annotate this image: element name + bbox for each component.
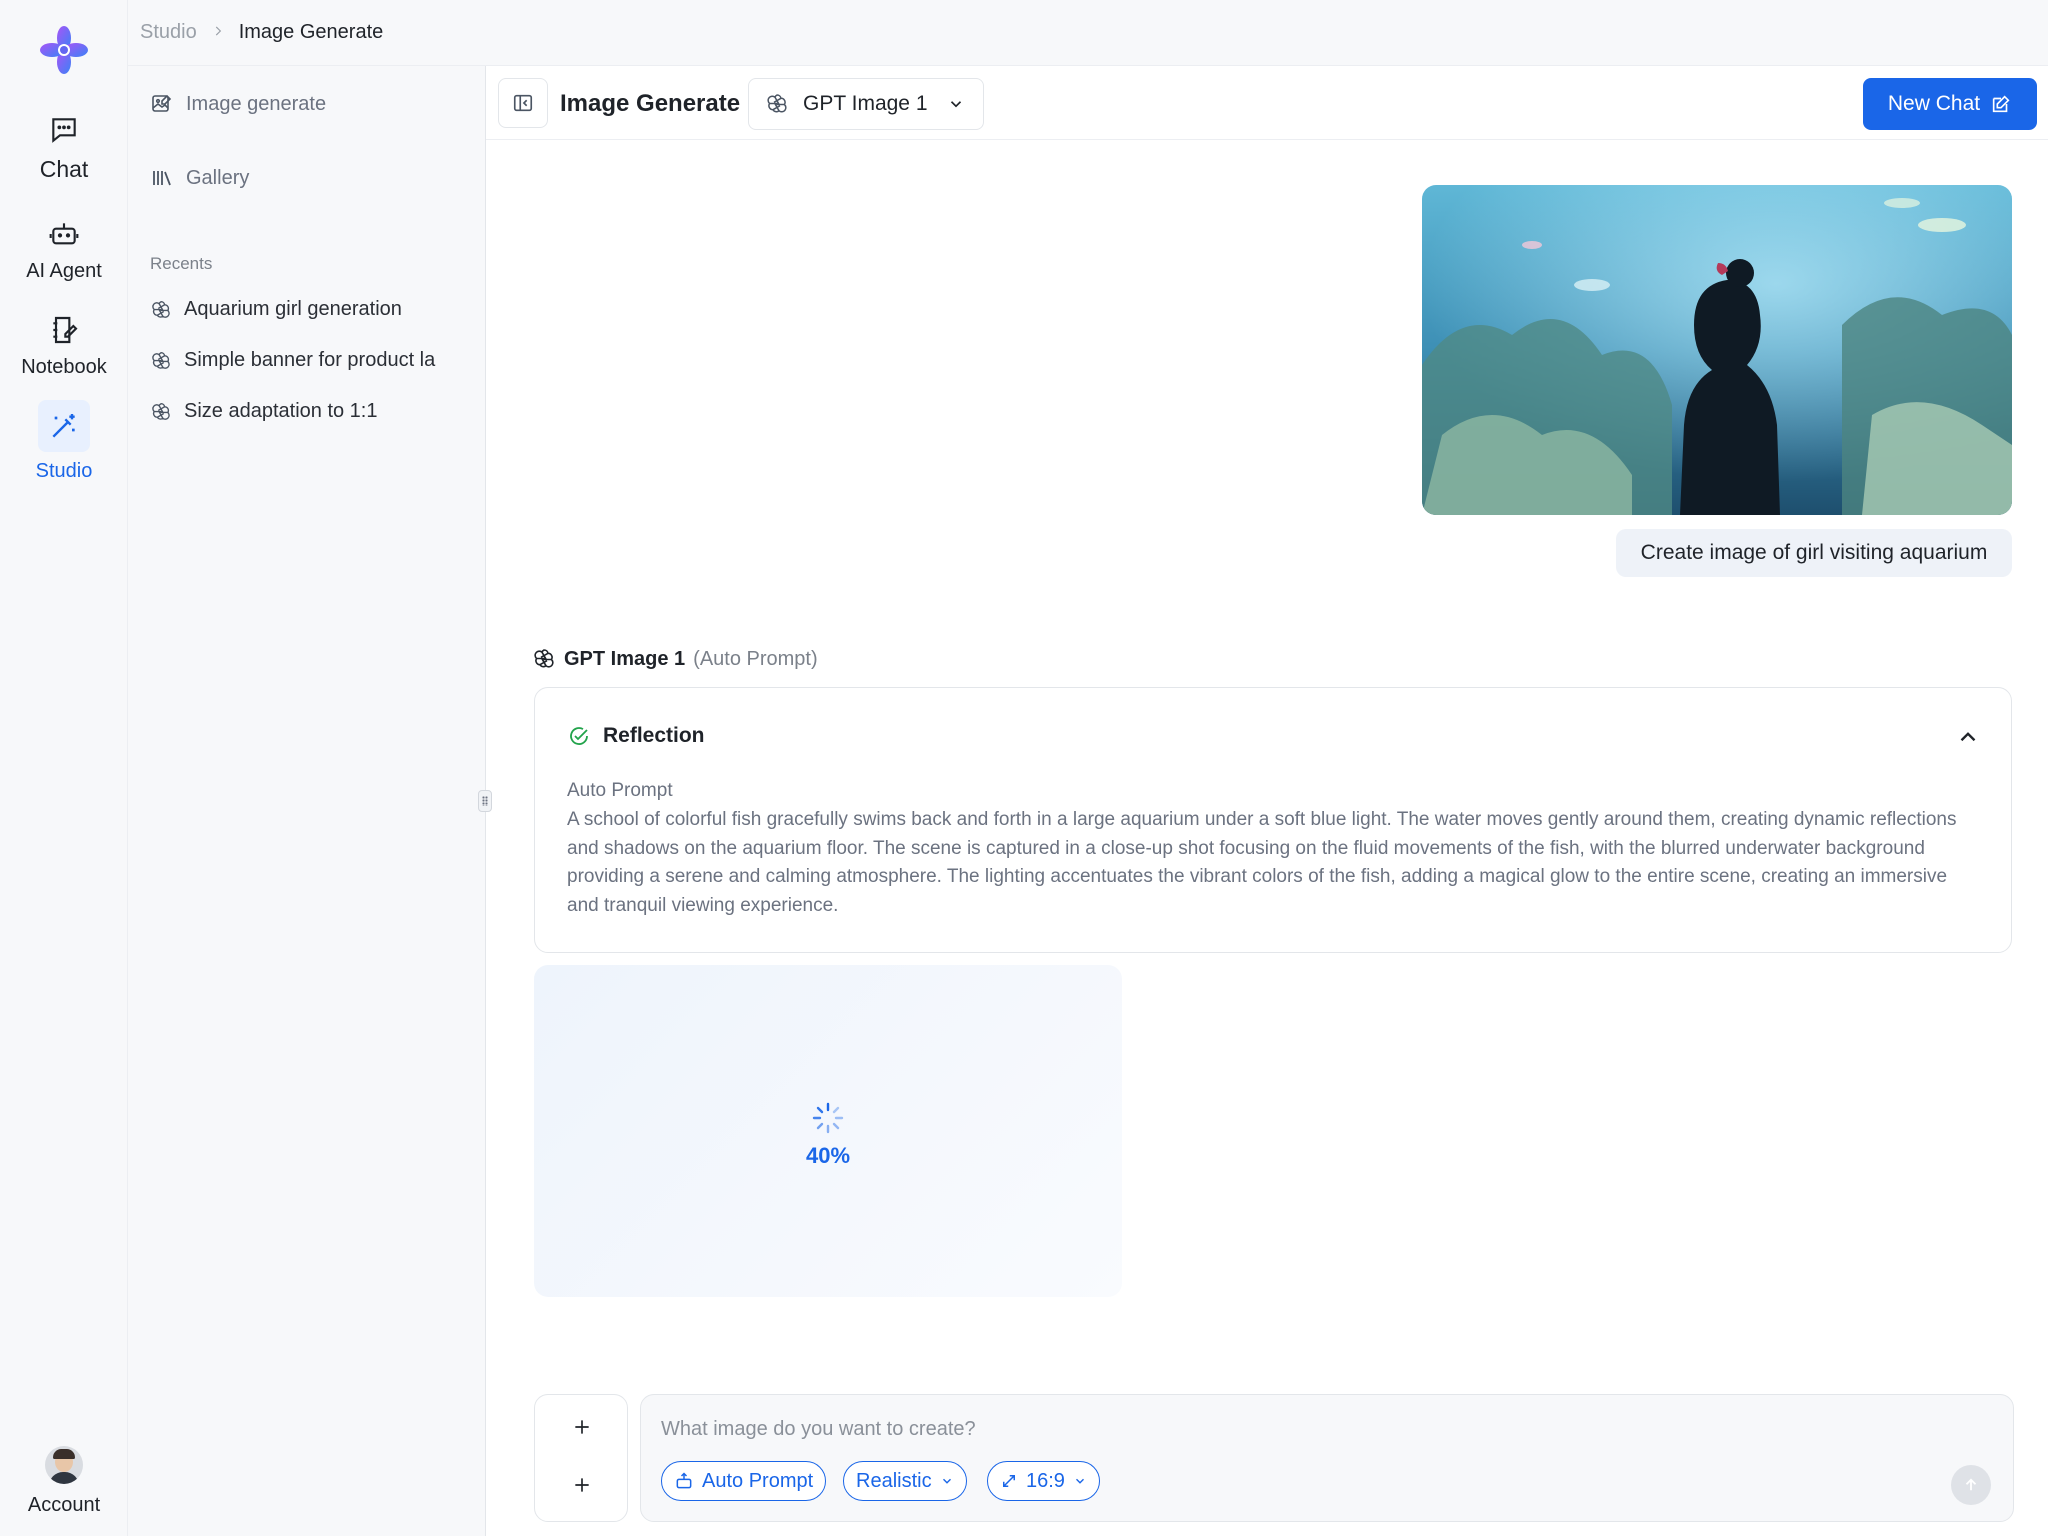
progress-percent: 40% <box>805 1143 851 1168</box>
sidebar-item-label: Image generate <box>186 92 327 115</box>
rail-label-chat: Chat <box>39 156 89 182</box>
breadcrumb: Studio Image Generate <box>128 0 2048 66</box>
attachment-panel <box>534 1394 628 1522</box>
recent-item[interactable]: Size adaptation to 1:1 <box>150 400 470 423</box>
plus-icon <box>575 1478 589 1492</box>
rail-item-studio[interactable]: Studio <box>0 400 128 483</box>
bot-mode: (Auto Prompt) <box>693 647 818 670</box>
recent-item[interactable]: Simple banner for product la <box>150 349 470 372</box>
spinner-icon <box>812 1102 844 1134</box>
model-select[interactable]: GPT Image 1 <box>748 78 984 130</box>
resize-icon <box>1003 1475 1015 1487</box>
style-select-label: Realistic <box>856 1469 932 1492</box>
new-chat-button[interactable]: New Chat <box>1863 78 2037 130</box>
sidebar-item-image-generate[interactable]: Image generate <box>150 92 326 116</box>
prompt-input[interactable] <box>661 1411 1761 1447</box>
recent-item-label: Aquarium girl generation <box>184 298 402 320</box>
chat-area: Create image of girl visiting aquarium G… <box>486 141 2048 1391</box>
rail-label-notebook: Notebook <box>21 356 107 378</box>
rail-item-notebook[interactable]: Notebook <box>0 312 128 379</box>
studio-sidebar: Image generate Gallery Recents Aquarium … <box>128 66 486 1536</box>
openai-icon <box>152 351 170 369</box>
add-reference-button[interactable] <box>535 1465 629 1505</box>
sidebar-item-gallery[interactable]: Gallery <box>150 166 249 190</box>
avatar <box>45 1446 83 1484</box>
aspect-ratio-chip[interactable]: 16:9 <box>987 1461 1100 1501</box>
arrow-up-icon <box>1965 1478 1977 1491</box>
auto-prompt-chip[interactable]: Auto Prompt <box>661 1461 827 1501</box>
uploaded-image[interactable] <box>1422 185 2012 515</box>
reflection-card: Reflection Auto Prompt A school of color… <box>534 687 2012 953</box>
style-select-chip[interactable]: Realistic <box>843 1461 967 1501</box>
chevron-down-icon <box>942 1478 951 1484</box>
user-message: Create image of girl visiting aquarium <box>1616 529 2012 577</box>
chat-icon <box>46 112 82 148</box>
edit-icon <box>1992 95 2010 113</box>
chevron-right-icon <box>211 22 225 43</box>
reflection-header: Reflection <box>567 724 705 748</box>
plus-icon <box>575 1420 589 1434</box>
robot-icon <box>46 216 82 252</box>
chevron-down-icon <box>950 101 962 108</box>
rail-item-ai-agent[interactable]: AI Agent <box>0 216 128 283</box>
library-icon <box>153 171 171 186</box>
recents-heading: Recents <box>150 254 213 273</box>
rail-item-chat[interactable]: Chat <box>0 112 128 183</box>
model-select-value: GPT Image 1 <box>803 92 928 115</box>
rail-label-studio: Studio <box>35 460 93 482</box>
collapse-sidebar-button[interactable] <box>498 78 548 128</box>
openai-icon <box>152 300 170 318</box>
auto-prompt-text: A school of colorful fish gracefully swi… <box>567 809 1957 916</box>
add-attachment-button[interactable] <box>535 1407 629 1447</box>
chevron-up-icon <box>1960 732 1976 742</box>
new-chat-label: New Chat <box>1887 92 1981 115</box>
chevron-down-icon <box>1075 1478 1084 1484</box>
check-circle-icon <box>570 727 588 745</box>
rail-label-account: Account <box>27 1494 101 1516</box>
openai-icon <box>152 402 170 420</box>
breadcrumb-parent[interactable]: Studio <box>140 21 197 44</box>
bot-name: GPT Image 1 <box>564 647 686 670</box>
collapse-reflection-button[interactable] <box>1955 724 1981 755</box>
send-button[interactable] <box>1951 1465 1991 1505</box>
generation-progress-card: 40% <box>534 965 1122 1297</box>
recent-item-label: Size adaptation to 1:1 <box>184 400 378 422</box>
prompt-composer: Auto Prompt Realistic 16:9 <box>640 1394 2014 1522</box>
rail-label-ai-agent: AI Agent <box>26 260 102 282</box>
page-title: Image Generate <box>560 90 741 117</box>
notebook-icon <box>46 312 82 348</box>
recent-item[interactable]: Aquarium girl generation <box>150 298 470 321</box>
rail-item-account[interactable]: Account <box>0 1446 128 1517</box>
app-logo[interactable] <box>38 24 90 76</box>
auto-prompt-chip-label: Auto Prompt <box>702 1469 814 1492</box>
aspect-ratio-label: 16:9 <box>1026 1469 1065 1492</box>
reflection-title: Reflection <box>603 724 705 747</box>
bot-header: GPT Image 1 (Auto Prompt) <box>532 647 818 671</box>
auto-prompt-icon <box>676 1472 692 1489</box>
sidebar-item-label: Gallery <box>186 166 250 189</box>
image-edit-icon <box>152 94 172 112</box>
main-header: Image Generate GPT Image 1 New Chat <box>486 66 2048 140</box>
sidebar-toggle-icon <box>513 94 533 112</box>
app-rail: Chat AI Agent Notebook Studio Account <box>0 0 128 1536</box>
magic-wand-icon <box>38 400 90 452</box>
openai-icon <box>534 649 554 668</box>
openai-icon <box>767 94 787 113</box>
breadcrumb-current: Image Generate <box>238 21 384 43</box>
auto-prompt-label: Auto Prompt <box>567 780 673 801</box>
recent-item-label: Simple banner for product la <box>184 349 436 371</box>
